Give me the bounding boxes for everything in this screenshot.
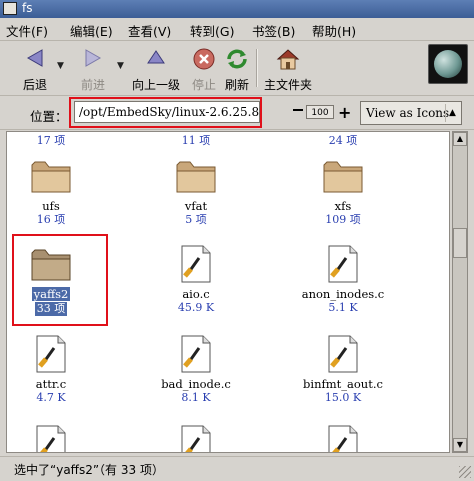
chevron-down-icon: ▲ <box>445 104 459 122</box>
file-item-aio-c[interactable]: aio.c 45.9 K <box>146 244 246 315</box>
file-name: vfat <box>184 199 208 213</box>
highlight-box-location <box>69 97 262 128</box>
menu-view[interactable]: 查看(V) <box>128 21 171 40</box>
menu-edit[interactable]: 编辑(E) <box>70 21 113 40</box>
partial-item-info: 24 项 <box>328 134 358 147</box>
back-arrow-icon <box>26 49 43 67</box>
file-item-attr-c[interactable]: attr.c 4.7 K <box>7 334 101 405</box>
highlight-box-selection <box>12 234 108 326</box>
folder-icon <box>323 161 363 193</box>
c-source-file-icon <box>328 335 358 373</box>
folder-icon <box>31 161 71 193</box>
file-item-partial[interactable] <box>7 424 101 452</box>
file-item-partial[interactable] <box>146 424 246 452</box>
toolbar: 后退 ▼ 前进 ▼ 向上一级 停止 刷新 主文件夹 <box>0 41 474 96</box>
file-item-ufs[interactable]: ufs 16 项 <box>7 156 101 227</box>
c-source-file-icon <box>36 425 66 452</box>
reload-button[interactable]: 刷新 <box>220 43 254 93</box>
forward-label: 前进 <box>80 78 105 92</box>
file-item-xfs[interactable]: xfs 109 项 <box>293 156 393 227</box>
file-info: 15.0 K <box>324 391 362 404</box>
back-label: 后退 <box>22 78 47 92</box>
zoom-level[interactable]: 100 <box>306 105 334 119</box>
back-button[interactable]: 后退 <box>10 43 60 93</box>
file-item-anon-inodes-c[interactable]: anon_inodes.c 5.1 K <box>293 244 393 315</box>
c-source-file-icon <box>181 335 211 373</box>
view-mode-label: View as Icons <box>366 106 450 120</box>
up-button[interactable]: 向上一级 <box>126 43 186 93</box>
status-text: 选中了“yaffs2”（有 33 项） <box>14 463 164 477</box>
stop-icon <box>193 48 215 70</box>
scroll-down-icon[interactable]: ▼ <box>453 438 467 452</box>
forward-button[interactable]: 前进 <box>68 43 118 93</box>
throbber-icon <box>428 44 468 84</box>
c-source-file-icon <box>328 425 358 452</box>
zoom-out-icon[interactable] <box>293 109 303 111</box>
vertical-scrollbar[interactable]: ▲ ▼ <box>452 131 468 453</box>
c-source-file-icon <box>181 425 211 452</box>
file-info: 4.7 K <box>36 391 66 404</box>
file-name: bad_inode.c <box>161 377 231 391</box>
menu-bookmarks[interactable]: 书签(B) <box>252 21 295 40</box>
partial-item-info: 17 项 <box>36 134 66 147</box>
file-name: ufs <box>42 199 60 213</box>
c-source-file-icon <box>36 335 66 373</box>
up-label: 向上一级 <box>131 78 180 92</box>
file-info: 5 项 <box>185 213 207 226</box>
forward-arrow-icon <box>85 49 102 67</box>
file-info: 109 项 <box>325 213 361 226</box>
c-source-file-icon <box>328 245 358 283</box>
file-info: 8.1 K <box>181 391 211 404</box>
file-item-bad-inode-c[interactable]: bad_inode.c 8.1 K <box>146 334 246 405</box>
scroll-thumb[interactable] <box>453 228 467 258</box>
menu-help[interactable]: 帮助(H) <box>312 21 356 40</box>
menu-file[interactable]: 文件(F) <box>6 21 48 40</box>
file-item-binfmt-aout-c[interactable]: binfmt_aout.c 15.0 K <box>293 334 393 405</box>
file-item-vfat[interactable]: vfat 5 项 <box>146 156 246 227</box>
up-arrow-icon <box>147 50 165 64</box>
folder-icon <box>176 161 216 193</box>
file-info: 5.1 K <box>328 301 358 314</box>
file-info: 45.9 K <box>177 301 215 314</box>
scroll-up-icon[interactable]: ▲ <box>453 132 467 146</box>
menu-go[interactable]: 转到(G) <box>190 21 234 40</box>
file-name: attr.c <box>35 377 67 391</box>
file-info: 16 项 <box>36 213 66 226</box>
file-name: anon_inodes.c <box>301 287 385 301</box>
zoom-in-icon[interactable]: + <box>338 103 351 122</box>
view-mode-select[interactable]: View as Icons ▲ <box>360 101 462 125</box>
file-item-partial[interactable] <box>293 424 393 452</box>
forward-dropdown-icon[interactable]: ▼ <box>117 61 124 71</box>
toolbar-separator <box>256 49 258 87</box>
c-source-file-icon <box>181 245 211 283</box>
home-button[interactable]: 主文件夹 <box>260 43 316 93</box>
file-name: aio.c <box>182 287 210 301</box>
home-icon <box>276 49 300 70</box>
stop-label: 停止 <box>191 78 216 92</box>
status-bar: 选中了“yaffs2”（有 33 项） <box>0 456 474 481</box>
stop-button[interactable]: 停止 <box>186 43 222 93</box>
window-title: fs <box>22 1 33 15</box>
resize-grip-icon[interactable] <box>459 466 471 478</box>
file-name: xfs <box>334 199 352 213</box>
location-label: 位置： <box>30 109 68 124</box>
reload-label: 刷新 <box>224 78 249 92</box>
reload-icon <box>227 49 247 69</box>
back-dropdown-icon[interactable]: ▼ <box>57 61 64 71</box>
window-menu-icon[interactable] <box>3 2 17 15</box>
home-label: 主文件夹 <box>263 78 312 92</box>
window-titlebar[interactable]: fs <box>0 0 474 18</box>
file-name: binfmt_aout.c <box>303 377 383 391</box>
menubar: 文件(F) 编辑(E) 查看(V) 转到(G) 书签(B) 帮助(H) <box>0 18 474 41</box>
partial-item-info: 11 项 <box>181 134 211 147</box>
